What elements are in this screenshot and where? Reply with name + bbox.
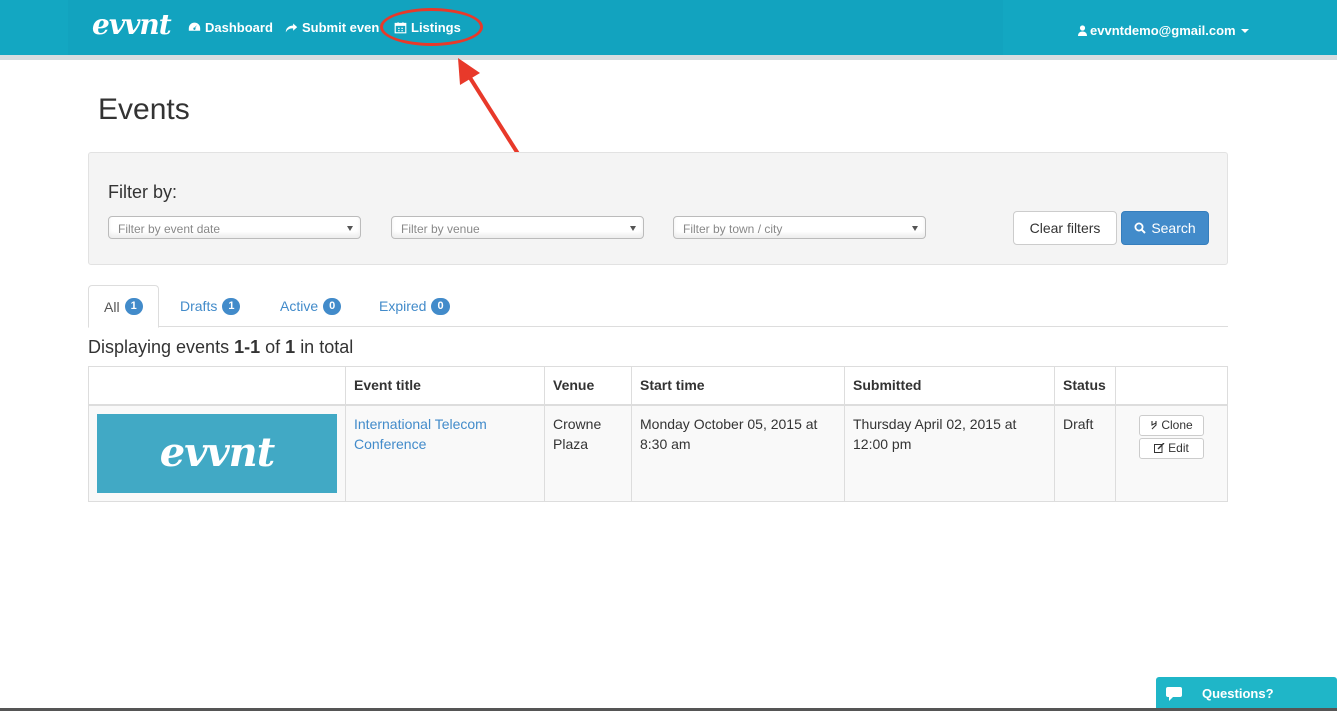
event-actions-cell: Clone Edit [1115,404,1228,502]
chat-bubble-icon [1166,686,1182,701]
dropdown-arrow-icon [912,226,918,231]
edit-icon [1154,443,1165,453]
results-summary: Displaying events 1-1 of 1 in total [88,337,353,358]
summary-suffix: in total [300,337,354,357]
logo[interactable]: evvnt [92,8,172,41]
filter-venue-select[interactable]: Filter by venue [391,216,644,239]
filter-date-select[interactable]: Filter by event date [108,216,361,239]
edit-button-label: Edit [1168,441,1189,455]
table-row: evvnt International Telecom Conference C… [88,404,1228,502]
dropdown-arrow-icon [347,226,353,231]
annotation-highlight-ellipse [380,8,483,46]
dropdown-arrow-icon [630,226,636,231]
tab-all-count: 1 [124,298,143,315]
col-header-venue: Venue [544,366,632,406]
col-header-image [88,366,346,406]
event-status: Draft [1054,404,1116,502]
tab-expired[interactable]: Expired 0 [364,285,465,327]
dashboard-icon [188,22,201,31]
event-start-time: Monday October 05, 2015 at 8:30 am [631,404,845,502]
tab-drafts-count: 1 [222,297,241,315]
nav-dashboard-label: Dashboard [205,20,273,35]
fork-icon [1151,421,1157,430]
filter-panel: Filter by: Filter by event date Filter b… [88,152,1228,265]
page-title: Events [98,93,190,126]
filter-label: Filter by: [108,182,178,202]
event-submitted: Thursday April 02, 2015 at 12:00 pm [844,404,1055,502]
user-menu-dropdown[interactable]: evvntdemo@gmail.com [1078,23,1249,38]
filter-city-select[interactable]: Filter by town / city [673,216,926,239]
chat-icon-box [1156,677,1192,710]
tab-drafts-label: Drafts [180,298,218,314]
summary-of: of [265,337,281,357]
nav-submit-event[interactable]: Submit even [285,20,379,35]
search-button-label: Search [1151,220,1196,236]
help-widget-label: Questions? [1202,686,1274,701]
event-thumbnail-cell: evvnt [88,404,346,502]
tab-all-label: All [104,298,120,315]
col-header-start: Start time [631,366,845,406]
nav-submit-event-label: Submit even [302,20,380,35]
filter-date-placeholder: Filter by event date [118,222,221,236]
clone-button-label: Clone [1161,418,1193,432]
event-title-link[interactable]: International Telecom Conference [354,416,487,452]
event-title-cell: International Telecom Conference [345,404,545,502]
tab-all[interactable]: All 1 [88,285,159,328]
tab-expired-label: Expired [379,298,427,314]
summary-range: 1-1 [234,337,261,357]
col-header-title: Event title [345,366,545,406]
tab-drafts[interactable]: Drafts 1 [165,285,255,327]
event-thumbnail[interactable]: evvnt [97,413,337,493]
filter-venue-placeholder: Filter by venue [401,222,480,236]
chevron-down-icon [1240,28,1249,33]
summary-prefix: Displaying events [88,337,230,357]
col-header-status: Status [1054,366,1116,406]
tab-expired-count: 0 [431,297,450,315]
search-icon [1134,222,1147,234]
edit-button[interactable]: Edit [1139,437,1204,459]
navbar-divider [0,55,1337,60]
tab-active-label: Active [280,298,319,314]
table-header-row: Event title Venue Start time Submitted S… [88,366,1228,406]
search-button[interactable]: Search [1121,211,1209,245]
tab-active-count: 0 [323,297,342,315]
col-header-actions [1115,366,1228,406]
questions-help-widget[interactable]: Questions? [1156,677,1337,710]
filter-city-placeholder: Filter by town / city [683,222,783,236]
tab-active[interactable]: Active 0 [265,285,356,327]
clear-filters-button[interactable]: Clear filters [1013,211,1117,245]
events-table: Event title Venue Start time Submitted S… [88,366,1228,502]
nav-dashboard[interactable]: Dashboard [188,20,273,35]
user-email: evvntdemo@gmail.com [1090,23,1236,38]
status-tabs: All 1 Drafts 1 Active 0 Expired 0 [88,285,1228,328]
clone-button[interactable]: Clone [1139,414,1204,436]
user-icon [1078,25,1087,36]
col-header-submitted: Submitted [844,366,1055,406]
event-venue: Crowne Plaza [544,404,632,502]
share-arrow-icon [285,23,298,33]
summary-total: 1 [285,337,296,357]
